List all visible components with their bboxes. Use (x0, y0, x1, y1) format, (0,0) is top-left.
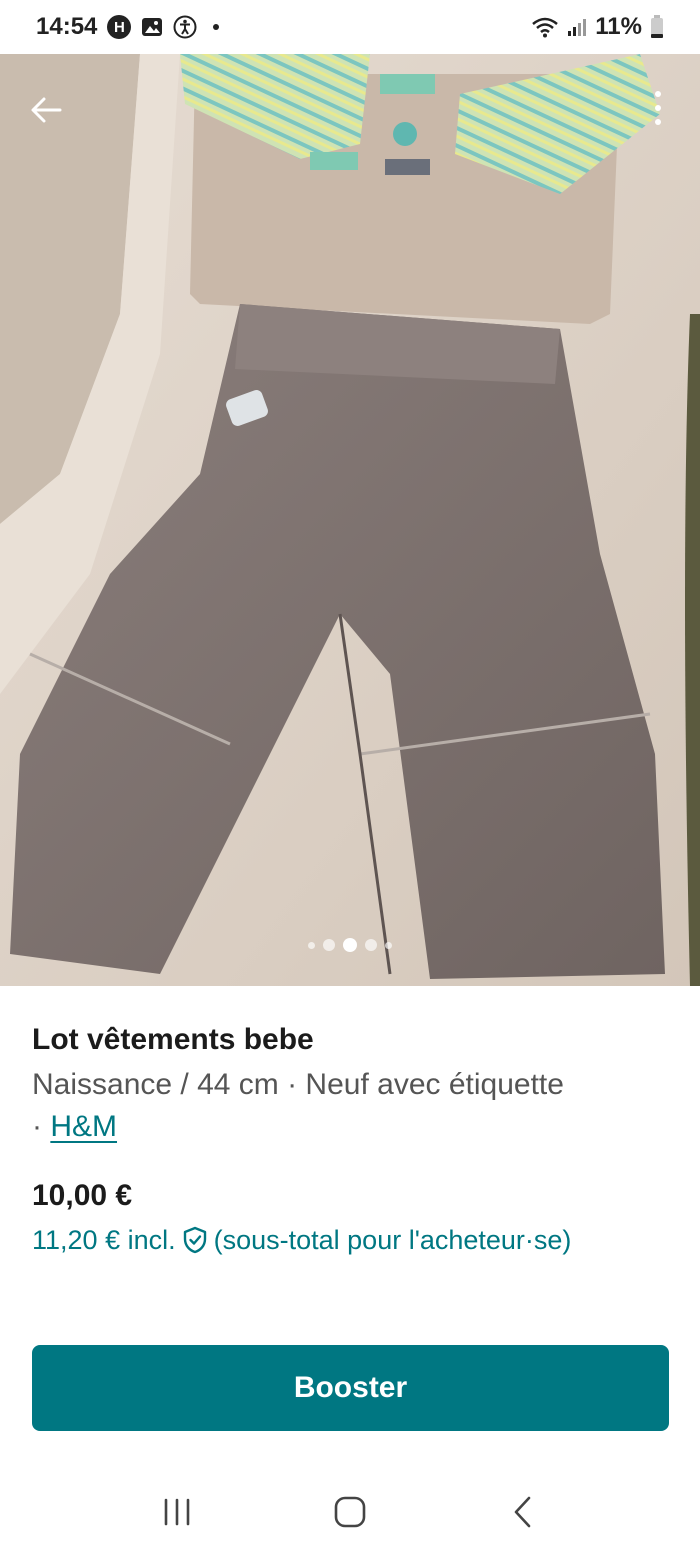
home-icon (334, 1496, 366, 1528)
status-left: 14:54 H (36, 13, 220, 41)
wifi-icon (531, 16, 559, 38)
image-icon (141, 17, 163, 37)
back-button[interactable] (24, 88, 68, 132)
listing-photo[interactable] (0, 54, 700, 986)
recents-icon (164, 1498, 189, 1526)
battery-percent: 11% (595, 13, 642, 40)
listing-title: Lot vêtements bebe (32, 1023, 314, 1056)
system-nav-bar (0, 1468, 700, 1556)
listing-subtitle: Naissance / 44 cm · Neuf avec étiquette … (32, 1064, 672, 1148)
pager-dot[interactable] (385, 941, 392, 949)
brand-link[interactable]: H&M (50, 1110, 117, 1143)
status-right: 11% (531, 13, 664, 41)
pager-dot-active[interactable] (343, 938, 357, 952)
more-options-button[interactable] (646, 84, 670, 132)
system-back-button[interactable] (493, 1482, 553, 1542)
status-bar: 14:54 H 11% (0, 0, 700, 54)
shield-check-icon (183, 1226, 206, 1254)
clothing-photo (0, 54, 700, 986)
buyer-protection-price[interactable]: 11,20 € incl. (sous-total pour l'acheteu… (32, 1220, 672, 1260)
home-button[interactable] (320, 1482, 380, 1542)
pager-dot[interactable] (365, 939, 377, 951)
price-incl-text: 11,20 € incl. (32, 1225, 176, 1255)
listing-details: Lot vêtements bebe Naissance / 44 cm · N… (32, 1020, 672, 1260)
photo-pager (0, 938, 700, 952)
more-vertical-icon (655, 91, 661, 97)
listing-price: 10,00 € (32, 1179, 133, 1212)
pager-dot[interactable] (308, 941, 315, 949)
status-time: 14:54 (36, 13, 98, 40)
back-icon (515, 1496, 531, 1528)
listing-size-condition: Naissance / 44 cm · Neuf avec étiquette (32, 1068, 564, 1101)
brand-separator: · (32, 1110, 42, 1143)
h-badge-icon: H (107, 15, 132, 39)
signal-icon (567, 17, 587, 37)
notification-dot (213, 24, 220, 30)
booster-button[interactable]: Booster (32, 1345, 669, 1431)
accessibility-icon (173, 15, 197, 39)
recents-button[interactable] (147, 1482, 207, 1542)
price-incl-note: (sous-total pour l'acheteur·se) (213, 1225, 572, 1255)
pager-dot[interactable] (323, 939, 335, 951)
battery-icon (650, 15, 664, 39)
arrow-left-icon (31, 97, 62, 123)
